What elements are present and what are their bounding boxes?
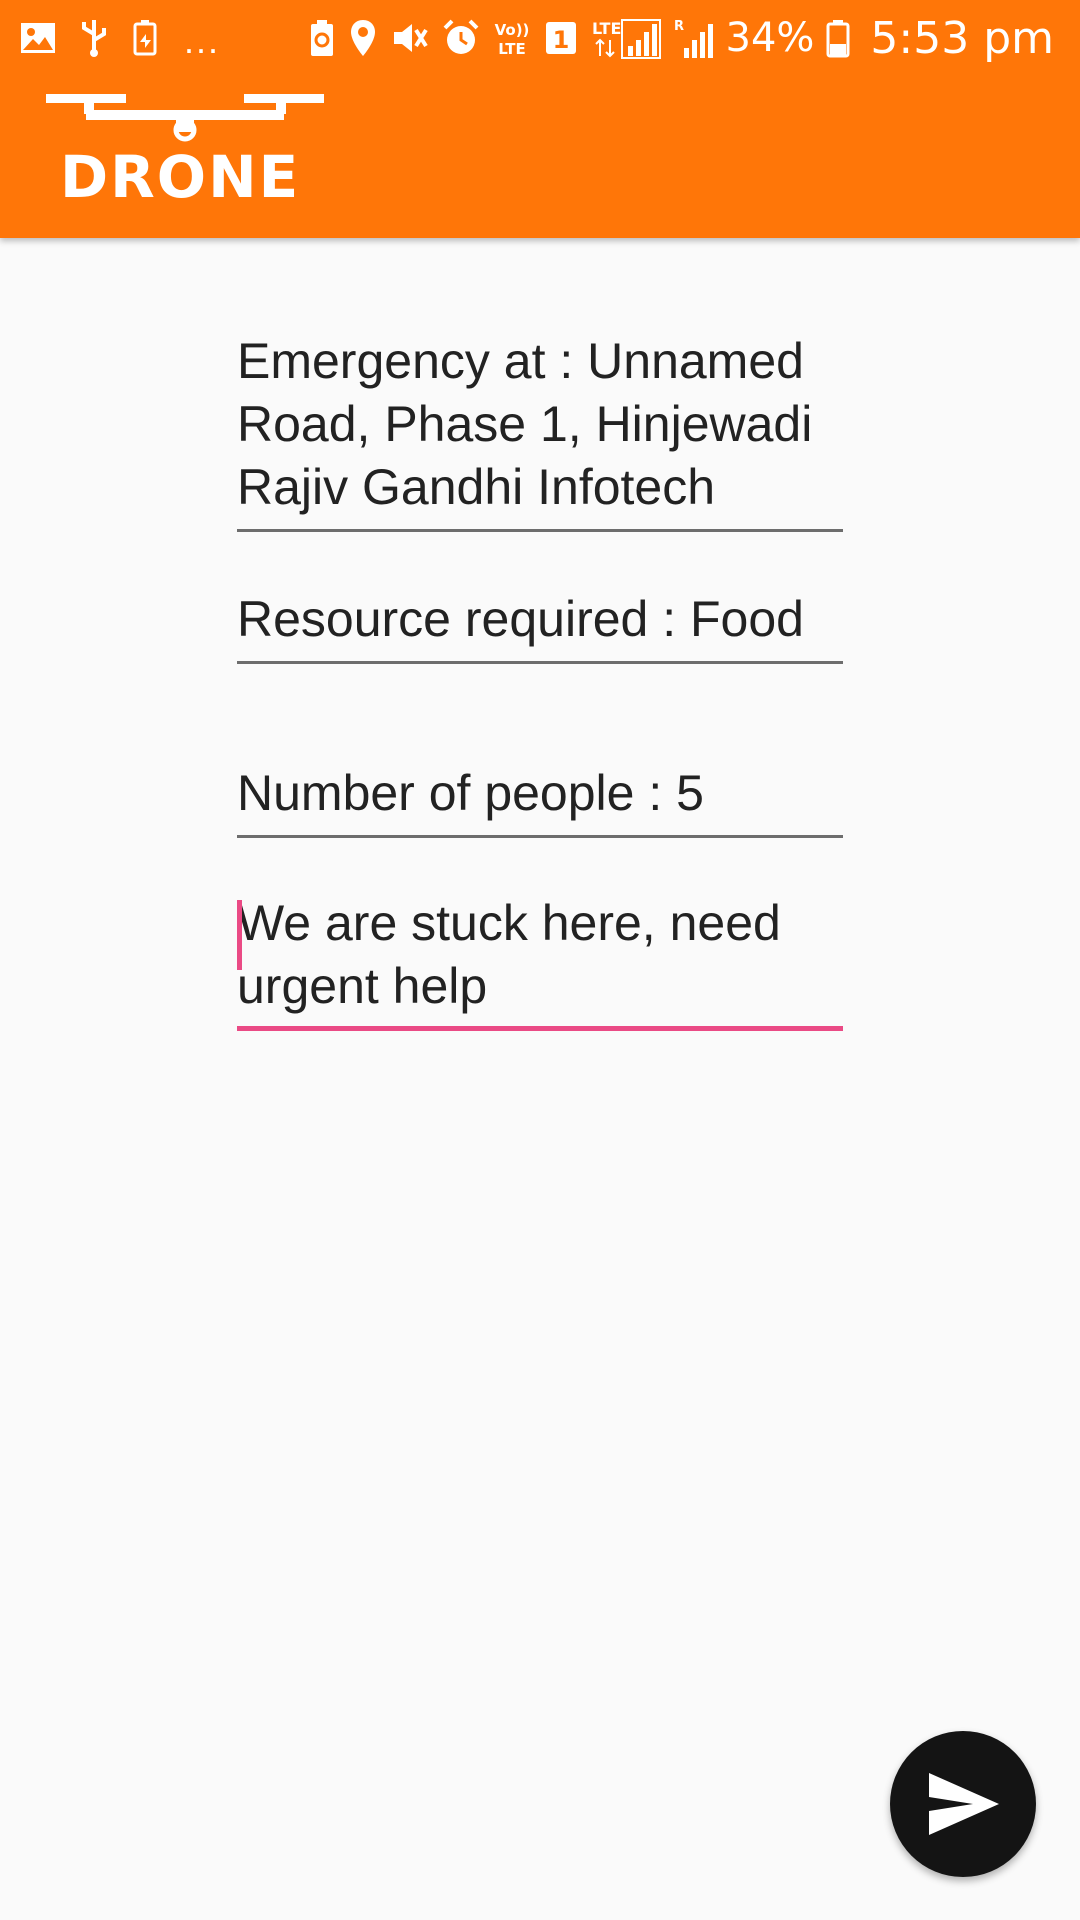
resource-required-field[interactable]: Resource required : Food <box>237 588 843 664</box>
battery-percent: 34% <box>725 15 815 61</box>
drone-logo: DRONE <box>46 92 326 218</box>
status-right: Vo)) LTE 1 LTE R 34% 5:53 pm <box>308 10 1054 66</box>
alarm-icon <box>442 18 480 58</box>
svg-text:R: R <box>674 19 684 34</box>
send-button[interactable] <box>890 1731 1036 1877</box>
vibrate-mute-icon <box>390 18 430 58</box>
battery-icon <box>826 18 850 58</box>
usb-icon <box>80 18 108 58</box>
status-overflow-indicator: ... <box>184 20 221 61</box>
gallery-icon <box>20 22 56 54</box>
send-icon <box>929 1773 999 1835</box>
message-text: We are stuck here, need urgent help <box>237 895 781 1014</box>
status-left: ... <box>20 16 220 60</box>
request-form: Emergency at : Unnamed Road, Phase 1, Hi… <box>237 330 843 1031</box>
text-cursor <box>237 900 242 970</box>
number-of-people-field[interactable]: Number of people : 5 <box>237 762 843 838</box>
signal-icon: R <box>674 16 714 60</box>
clock: 5:53 pm <box>870 12 1054 64</box>
sim-label: 1 <box>552 26 569 54</box>
recycle-icon <box>308 18 336 58</box>
battery-saver-icon <box>132 18 160 58</box>
lte-label: LTE <box>592 19 621 38</box>
emergency-location-field[interactable]: Emergency at : Unnamed Road, Phase 1, Hi… <box>237 330 843 532</box>
app-screen: ... Vo)) LTE 1 LTE R 34% 5:53 pm DRONE E… <box>0 0 1080 1920</box>
message-field[interactable]: We are stuck here, need urgent help <box>237 892 843 1031</box>
location-icon <box>348 18 378 58</box>
svg-text:Vo)): Vo)) <box>494 21 529 39</box>
sim-1-icon: 1 <box>544 18 578 58</box>
lte-signal-icon: LTE <box>590 16 662 60</box>
volte-icon: Vo)) LTE <box>492 18 532 58</box>
svg-text:LTE: LTE <box>498 40 526 58</box>
app-bar: ... Vo)) LTE 1 LTE R 34% 5:53 pm DRONE <box>0 0 1080 238</box>
status-bar: ... Vo)) LTE 1 LTE R 34% 5:53 pm <box>0 0 1080 76</box>
logo-text: DRONE <box>60 143 301 211</box>
